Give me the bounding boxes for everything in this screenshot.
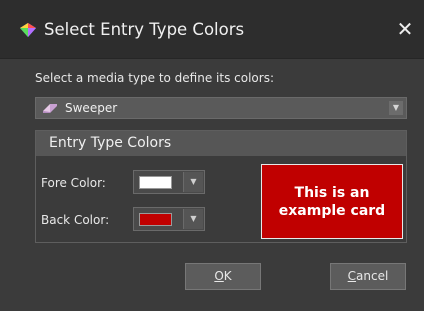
close-button[interactable]: ✕: [395, 19, 415, 39]
ok-button[interactable]: OK: [185, 263, 261, 290]
chevron-down-icon[interactable]: ▼: [183, 172, 203, 192]
cancel-button[interactable]: Cancel: [330, 263, 406, 290]
back-color-picker[interactable]: ▼: [133, 207, 205, 231]
dialog-title: Select Entry Type Colors: [44, 20, 245, 39]
select-entry-type-colors-dialog: Select Entry Type Colors ✕ Select a medi…: [0, 0, 424, 311]
media-type-selected: Sweeper: [65, 101, 118, 115]
title-bar[interactable]: Select Entry Type Colors ✕: [0, 0, 424, 59]
chevron-down-icon[interactable]: ▼: [389, 101, 403, 115]
media-type-dropdown[interactable]: Sweeper ▼: [35, 97, 407, 119]
group-title: Entry Type Colors: [49, 135, 172, 151]
fore-color-swatch: [139, 176, 172, 189]
example-card: This is an example card: [261, 164, 403, 239]
back-color-label: Back Color:: [41, 213, 110, 227]
group-header: Entry Type Colors: [36, 131, 406, 156]
chevron-down-icon[interactable]: ▼: [183, 209, 203, 229]
example-card-text: This is an example card: [278, 184, 386, 219]
color-palette-icon: [20, 23, 36, 37]
fore-color-label: Fore Color:: [41, 176, 106, 190]
eraser-icon: [43, 104, 57, 113]
back-color-swatch: [139, 213, 172, 226]
media-type-prompt: Select a media type to define its colors…: [35, 71, 274, 85]
fore-color-picker[interactable]: ▼: [133, 170, 205, 194]
